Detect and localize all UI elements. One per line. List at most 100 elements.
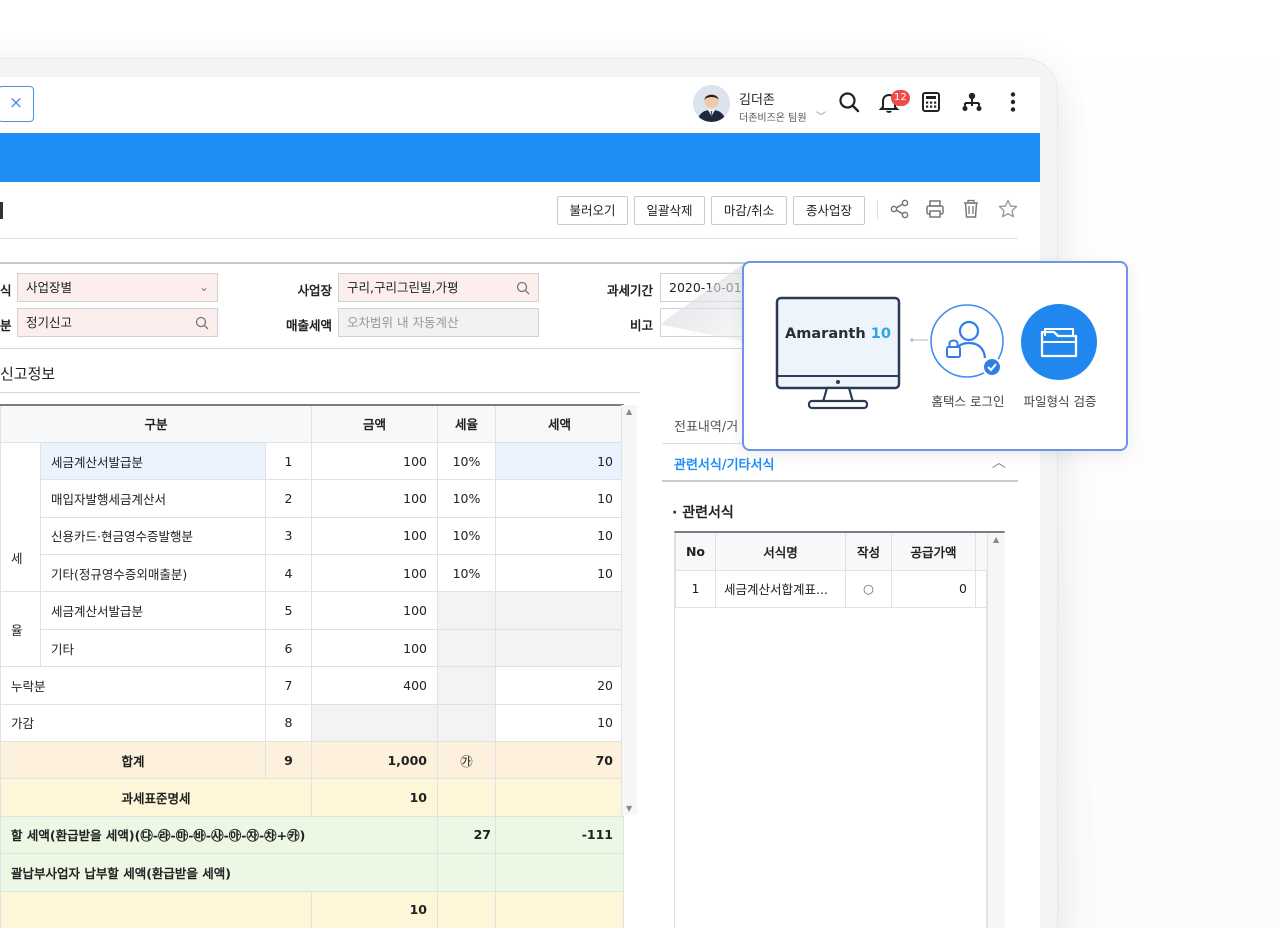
user-name[interactable]: 김더존 (739, 89, 775, 108)
more-menu-icon[interactable] (1001, 90, 1025, 114)
bulk-delete-button[interactable]: 일괄삭제 (634, 196, 705, 225)
col-header-form-name: 서식명 (715, 533, 846, 571)
division-field[interactable]: 정기신고 (17, 308, 218, 337)
total-tax: 70 (495, 741, 624, 780)
file-format-check-icon[interactable] (1020, 303, 1098, 381)
report-table: 구분 금액 세율 세액 세 세금계산서발급분 1 100 10% 10 매입자발… (0, 403, 624, 928)
row-tax[interactable]: 10 (495, 703, 624, 743)
row-amount[interactable]: 100 (311, 554, 438, 593)
table-row[interactable]: 가감 8 10 (0, 703, 624, 743)
row-amount[interactable]: 100 (311, 441, 438, 481)
col-header-rate: 세율 (437, 403, 496, 443)
row-rate (437, 628, 496, 668)
user-menu-chevron-icon[interactable]: ﹀ (816, 108, 826, 123)
table-row[interactable]: 신용카드·현금영수증발행분 3 100 10% 10 (1, 516, 624, 556)
tab-close-button[interactable]: × (0, 86, 34, 122)
table-row[interactable]: 1 세금계산서합계표... ○ 0 (675, 569, 993, 608)
table-row[interactable]: 누락분 7 400 20 (0, 666, 624, 705)
accordion-title[interactable]: 관련서식/기타서식 (674, 454, 774, 473)
table-row[interactable]: 세 세금계산서발급분 1 100 10% 10 (0, 441, 624, 593)
site-field[interactable]: 구리,구리그린빌,가평 (338, 273, 539, 302)
total-no: 9 (265, 741, 312, 780)
chevron-down-icon: ⌄ (198, 280, 209, 294)
related-forms-scrollbar[interactable]: ▲ (987, 533, 1005, 928)
avatar[interactable] (693, 85, 730, 122)
print-icon[interactable] (924, 198, 946, 220)
row-amount[interactable]: 100 (311, 479, 438, 518)
row-no: 7 (265, 666, 312, 705)
row-tax[interactable]: 10 (495, 441, 624, 481)
row-rate: 10% (437, 554, 496, 593)
row-tax[interactable]: 10 (495, 479, 624, 518)
search-icon[interactable] (195, 316, 209, 330)
table-row[interactable]: 율 세금계산서발급분 5 100 (0, 591, 624, 668)
method-select[interactable]: 사업장별 ⌄ (17, 273, 218, 302)
row-amount[interactable]: 100 (311, 628, 438, 668)
sales-tax-field: 오차범위 내 자동계산 (338, 308, 539, 337)
final-label (0, 890, 312, 928)
row-no: 8 (265, 703, 312, 743)
sub-business-button[interactable]: 종사업장 (793, 196, 865, 225)
final-row: 10 (0, 890, 624, 928)
row-amount[interactable]: 100 (311, 516, 438, 556)
row-written-radio[interactable]: ○ (845, 569, 892, 608)
brand-name: Amaranth (785, 326, 866, 342)
load-button[interactable]: 불러오기 (557, 196, 628, 225)
row-tax[interactable]: 10 (495, 516, 624, 556)
tax-base-tax (495, 778, 624, 817)
share-icon[interactable] (889, 198, 911, 220)
col-header-written: 작성 (845, 533, 892, 571)
row-form-name[interactable]: 세금계산서합계표... (715, 569, 846, 608)
search-icon[interactable] (516, 281, 530, 295)
row-amount (311, 703, 438, 743)
tax-base-amount: 10 (311, 778, 438, 817)
row-no: 3 (265, 516, 312, 556)
user-team: 더존비즈온 팀원 (739, 113, 807, 124)
consolidated-label: 괄납부사업자 납부할 세액(환급받을 세액) (0, 853, 438, 892)
chevron-up-icon[interactable]: ︿ (992, 452, 1006, 472)
row-amount[interactable]: 100 (311, 591, 438, 630)
payable-tax: -111 (495, 815, 624, 855)
consolidated-row: 괄납부사업자 납부할 세액(환급받을 세액) (0, 853, 624, 892)
total-amount: 1,000 (311, 741, 438, 780)
scroll-down-icon[interactable]: ▼ (626, 804, 632, 813)
table-row[interactable]: 매입자발행세금계산서 2 100 10% 10 (1, 479, 624, 518)
section-title: 신고정보 (0, 365, 56, 383)
table-scrollbar[interactable]: ▲ ▼ (621, 405, 637, 815)
row-label: 기타 (40, 628, 266, 668)
final-amount: 10 (311, 890, 438, 928)
section-divider (0, 392, 640, 393)
table-row[interactable]: 기타 6 100 (1, 628, 624, 668)
integration-popup: Amaranth 10 홈택스 로그인 파일형식 검증 (742, 261, 1128, 451)
page-title-marker (0, 202, 3, 219)
table-row[interactable]: 기타(정규영수증외매출분) 4 100 10% 10 (1, 554, 624, 593)
row-group-text: 율 (11, 622, 23, 638)
consolidated-rate (437, 853, 496, 892)
method-label: 식 (0, 283, 12, 298)
row-no: 2 (265, 479, 312, 518)
notification-badge: 12 (891, 90, 910, 106)
row-label: 신용카드·현금영수증발행분 (40, 516, 266, 556)
scroll-up-icon[interactable]: ▲ (993, 535, 999, 544)
row-tax[interactable]: 10 (495, 554, 624, 593)
trash-icon[interactable] (960, 198, 982, 220)
scroll-up-icon[interactable]: ▲ (626, 407, 632, 416)
favorite-star-icon[interactable] (997, 198, 1019, 220)
col-header-no: No (675, 533, 716, 571)
org-chart-icon[interactable] (960, 90, 984, 114)
payable-row: 할 세액(환급받을 세액)(㉰-㉱-㉲-㉳-㉴-㉵-㉶-㉷+㉸) 27 -111 (0, 815, 624, 855)
close-cancel-button[interactable]: 마감/취소 (711, 196, 787, 225)
hometax-login-icon[interactable] (929, 303, 1007, 381)
app-stage: × 김더존 더존비즈온 팀원 ﹀ 12 불러오기 일괄삭제 마감/취소 종사업장… (0, 0, 1280, 928)
row-label: 매입자발행세금계산서 (40, 479, 266, 518)
calculator-icon[interactable] (919, 90, 943, 114)
total-rate: ㉮ (437, 741, 496, 780)
row-tax[interactable]: 20 (495, 666, 624, 705)
col-header-amount: 금액 (311, 403, 438, 443)
row-amount[interactable]: 400 (311, 666, 438, 705)
consolidated-tax (495, 853, 624, 892)
row-label: 누락분 (0, 666, 266, 705)
tab-voucher-details[interactable]: 전표내역/거 (674, 416, 738, 435)
search-icon[interactable] (837, 90, 861, 114)
toolbar-divider (0, 238, 1018, 239)
